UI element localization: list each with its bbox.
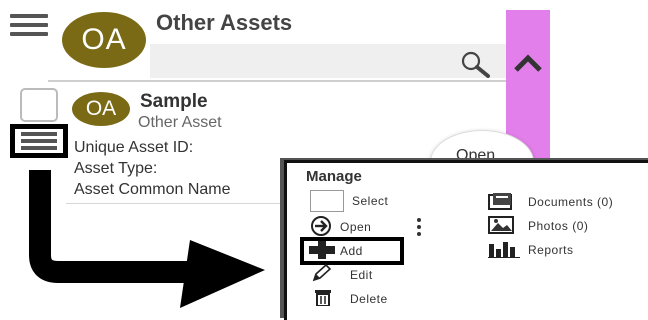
menu-item-select[interactable]: Select	[352, 194, 388, 208]
kebab-icon[interactable]	[417, 218, 423, 238]
menu-item-edit[interactable]: Edit	[350, 268, 373, 282]
chevron-up-icon[interactable]	[512, 52, 544, 74]
trash-icon[interactable]	[314, 288, 332, 306]
manage-menu-title: Manage	[306, 168, 362, 185]
folder-icon[interactable]	[488, 192, 516, 210]
page-title: Other Assets	[156, 10, 293, 35]
pencil-icon[interactable]	[312, 264, 332, 282]
plus-icon[interactable]	[308, 240, 336, 260]
arrow-circle-right-icon[interactable]	[310, 215, 332, 237]
menu-item-delete[interactable]: Delete	[350, 292, 388, 306]
photo-icon[interactable]	[488, 216, 516, 234]
search-bar[interactable]	[150, 44, 506, 78]
main-menu-hamburger-icon[interactable]	[10, 14, 48, 36]
menu-item-reports[interactable]: Reports	[528, 243, 574, 257]
select-checkbox[interactable]	[310, 190, 344, 212]
menu-item-open[interactable]: Open	[340, 220, 371, 234]
annotation-arrow-icon	[29, 170, 265, 308]
search-icon[interactable]	[460, 50, 490, 78]
bar-chart-icon[interactable]	[488, 240, 520, 258]
item-select-checkbox[interactable]	[20, 88, 58, 122]
item-type-label: Other Asset	[138, 114, 222, 131]
menu-item-photos[interactable]: Photos (0)	[528, 219, 588, 233]
header-divider	[48, 80, 506, 82]
field-unique-asset-id: Unique Asset ID:	[74, 139, 194, 156]
item-name[interactable]: Sample	[140, 91, 208, 113]
item-menu-hamburger-icon[interactable]	[10, 124, 68, 158]
menu-item-documents[interactable]: Documents (0)	[528, 195, 613, 209]
section-avatar: OA	[62, 12, 146, 68]
item-avatar: OA	[72, 92, 130, 126]
menu-item-add[interactable]: Add	[340, 244, 363, 258]
